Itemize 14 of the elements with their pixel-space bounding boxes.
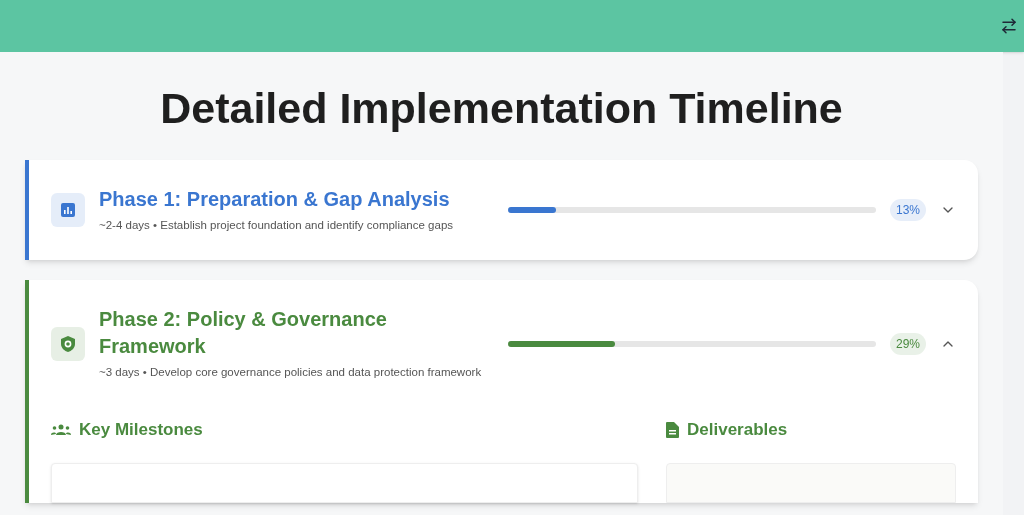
phase-title[interactable]: Phase 1: Preparation & Gap Analysis bbox=[99, 186, 484, 213]
phase-title[interactable]: Phase 2: Policy & Governance Framework bbox=[99, 306, 484, 360]
percent-badge: 29% bbox=[889, 332, 926, 355]
deliverables-heading: Deliverables bbox=[687, 419, 788, 441]
phase-summary: ~3 days • Develop core governance policies and data protection framework bbox=[99, 365, 483, 380]
people-icon bbox=[51, 423, 71, 436]
swap-icon[interactable] bbox=[1000, 17, 1018, 35]
page-title: Detailed Implementation Timeline bbox=[159, 83, 844, 134]
percent-badge: 13% bbox=[889, 199, 926, 221]
document-icon bbox=[666, 421, 679, 438]
phase-summary: ~2-4 days • Establish project foundation and identify compliance gaps bbox=[99, 218, 455, 233]
milestones-heading: Key Milestones bbox=[79, 419, 203, 441]
bar-chart-icon bbox=[60, 202, 76, 218]
shield-icon bbox=[61, 335, 75, 352]
